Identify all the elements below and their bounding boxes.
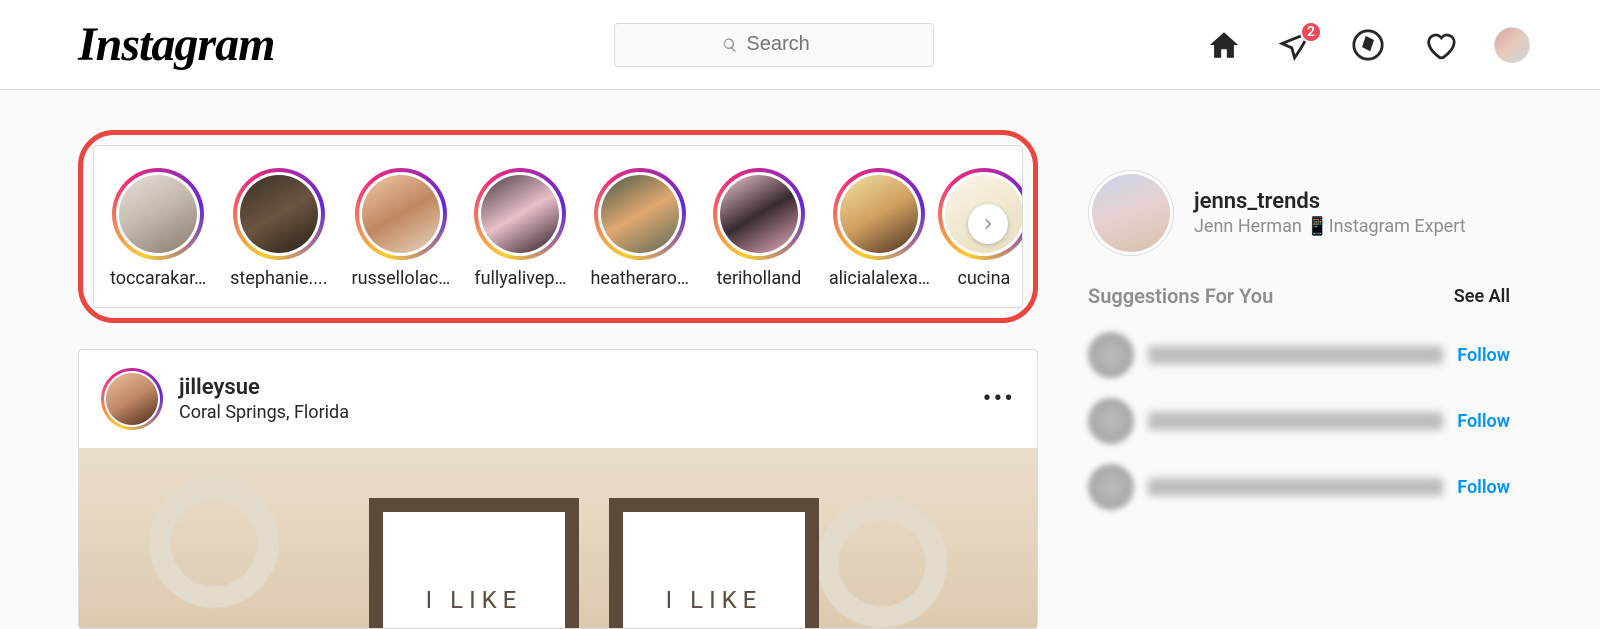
story-username: heatheraro… <box>591 268 689 289</box>
post-author-username[interactable]: jilleysue <box>179 375 967 400</box>
story-avatar <box>481 175 559 253</box>
story-item[interactable]: heatheraro… <box>591 168 689 289</box>
story-item[interactable]: teriholland <box>713 168 805 289</box>
story-username: cucina <box>957 268 1010 289</box>
story-avatar <box>601 175 679 253</box>
decor-wreath <box>807 488 957 628</box>
story-item[interactable]: alicialalexa… <box>829 168 930 289</box>
brand-logo[interactable]: Instagram <box>78 17 274 72</box>
suggestion-username[interactable] <box>1148 478 1443 496</box>
suggestions-see-all[interactable]: See All <box>1454 286 1510 307</box>
decor-wreath <box>139 468 289 618</box>
story-username: teriholland <box>717 268 802 289</box>
sidebar-profile-username[interactable]: jenns_trends <box>1194 189 1466 214</box>
sidebar-profile[interactable]: jenns_trends Jenn Herman 📱Instagram Expe… <box>1088 170 1540 256</box>
story-avatar <box>362 175 440 253</box>
sidebar-profile-display: Jenn Herman 📱Instagram Expert <box>1194 216 1466 237</box>
annotation-highlight: toccarakar… stephanie.... russellolac… f… <box>78 130 1038 323</box>
feed-post: jilleysue Coral Springs, Florida ••• I L… <box>78 349 1038 629</box>
nav-icons: 2 <box>1206 27 1530 63</box>
story-username: russellolac… <box>352 268 451 289</box>
stories-next-button[interactable] <box>968 204 1008 244</box>
decor-frame: I LIKE <box>609 498 819 628</box>
story-item[interactable]: russellolac… <box>352 168 451 289</box>
activity-icon[interactable] <box>1422 27 1458 63</box>
story-avatar <box>840 175 918 253</box>
stories-tray: toccarakar… stephanie.... russellolac… f… <box>93 145 1023 308</box>
follow-button[interactable]: Follow <box>1457 477 1510 498</box>
search-icon <box>722 37 738 53</box>
suggestion-username[interactable] <box>1148 346 1443 364</box>
story-username: fullyalivep… <box>474 268 566 289</box>
post-location[interactable]: Coral Springs, Florida <box>179 402 967 423</box>
story-avatar <box>720 175 798 253</box>
chevron-right-icon <box>979 215 997 233</box>
suggestion-avatar[interactable] <box>1088 332 1134 378</box>
suggestion-row: Follow <box>1088 454 1540 520</box>
post-author-avatar <box>106 373 158 425</box>
follow-button[interactable]: Follow <box>1457 411 1510 432</box>
story-username: toccarakar… <box>110 268 206 289</box>
top-header: Instagram 2 <box>0 0 1600 90</box>
explore-icon[interactable] <box>1350 27 1386 63</box>
story-item[interactable]: fullyalivep… <box>474 168 566 289</box>
suggestions-title: Suggestions For You <box>1088 284 1273 308</box>
search-input[interactable] <box>746 33 826 56</box>
post-image[interactable]: I LIKE I LIKE <box>79 448 1037 628</box>
story-item[interactable]: stephanie.... <box>230 168 327 289</box>
post-more-button[interactable]: ••• <box>983 384 1015 414</box>
story-avatar <box>119 175 197 253</box>
sidebar-profile-avatar <box>1088 170 1174 256</box>
decor-frame: I LIKE <box>369 498 579 628</box>
messages-icon[interactable]: 2 <box>1278 27 1314 63</box>
messages-badge: 2 <box>1300 21 1322 43</box>
post-author-story-ring[interactable] <box>101 368 163 430</box>
story-username: alicialalexa… <box>829 268 930 289</box>
suggestion-row: Follow <box>1088 322 1540 388</box>
profile-avatar-nav[interactable] <box>1494 27 1530 63</box>
suggestion-row: Follow <box>1088 388 1540 454</box>
suggestion-avatar[interactable] <box>1088 398 1134 444</box>
story-username: stephanie.... <box>230 268 327 289</box>
search-box[interactable] <box>614 23 934 67</box>
suggestion-avatar[interactable] <box>1088 464 1134 510</box>
follow-button[interactable]: Follow <box>1457 345 1510 366</box>
story-item[interactable]: toccarakar… <box>110 168 206 289</box>
home-icon[interactable] <box>1206 27 1242 63</box>
story-avatar <box>240 175 318 253</box>
suggestion-username[interactable] <box>1148 412 1443 430</box>
